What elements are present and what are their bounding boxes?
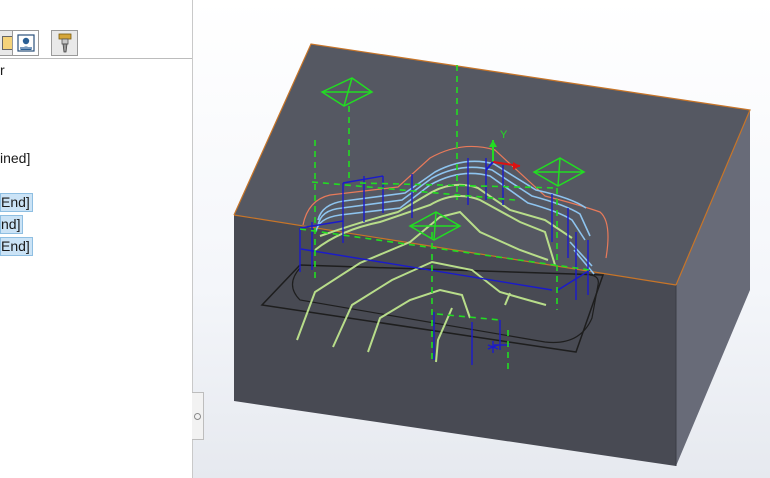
- tab-operation-manager[interactable]: [12, 30, 39, 56]
- manager-tab-strip: [0, 28, 192, 59]
- grip-dot-icon: [194, 412, 201, 420]
- tree-item-3[interactable]: End]: [0, 193, 33, 212]
- axis-y-label: Y: [500, 129, 508, 141]
- tab-tool-library[interactable]: [51, 30, 78, 56]
- tree-item-4[interactable]: nd]: [0, 215, 24, 234]
- graphics-viewport[interactable]: Y: [205, 0, 770, 478]
- manager-panel: r ined] End] nd] End]: [0, 0, 193, 478]
- tree-item-2[interactable]: ined]: [0, 150, 30, 167]
- tree-item-5[interactable]: End]: [0, 237, 33, 256]
- panel-collapse-grip[interactable]: [192, 392, 204, 440]
- tool-icon: [58, 33, 71, 53]
- operation-manager-icon: [16, 34, 35, 52]
- tree-item-1[interactable]: r: [0, 62, 5, 79]
